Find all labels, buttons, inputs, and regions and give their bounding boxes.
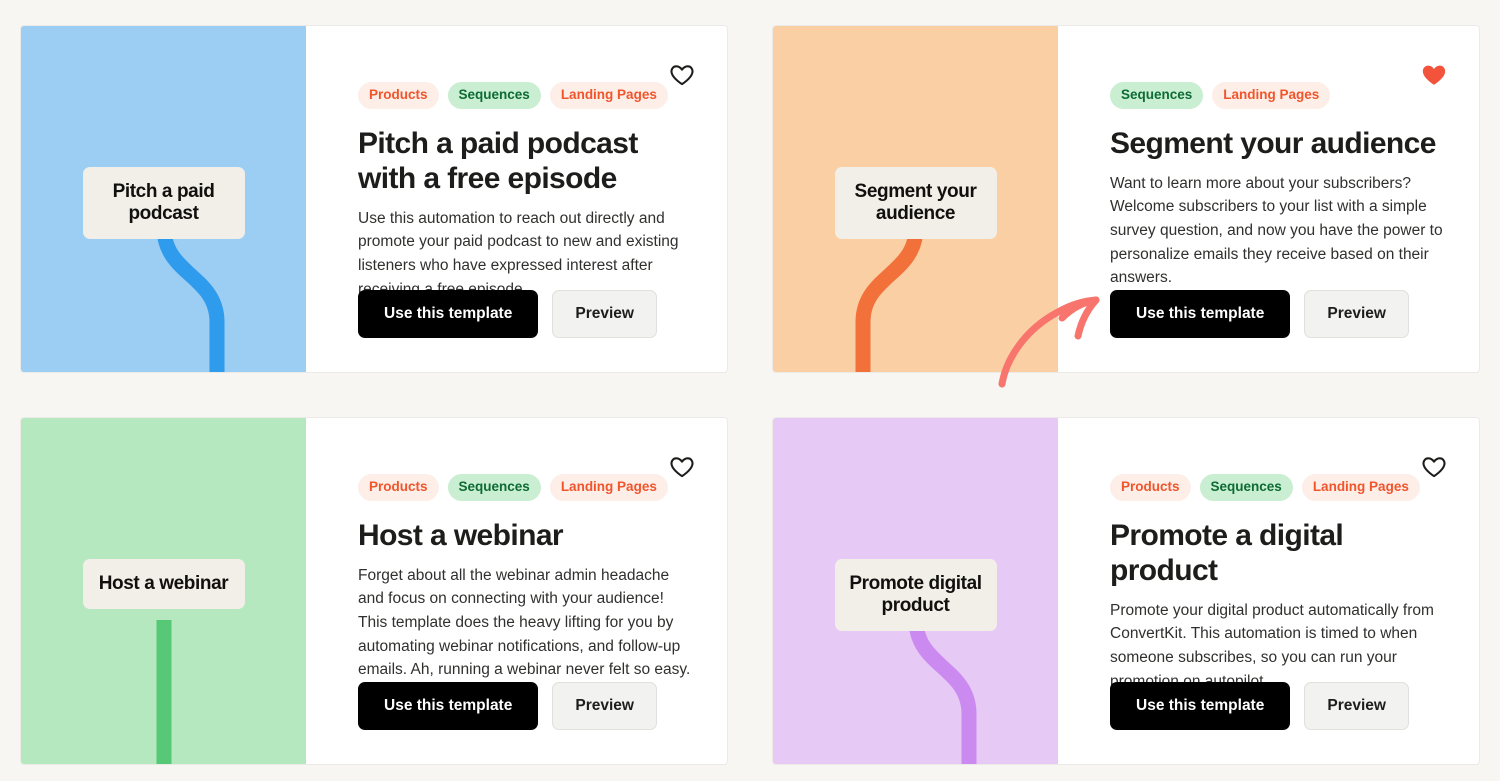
tag-list: Products Sequences Landing Pages xyxy=(1110,474,1445,501)
tag-sequences[interactable]: Sequences xyxy=(1199,474,1293,501)
tag-landing-pages[interactable]: Landing Pages xyxy=(1301,474,1420,501)
template-card[interactable]: Segment your audience Sequences Landing Pa… xyxy=(772,25,1480,373)
heart-icon[interactable] xyxy=(669,62,695,88)
use-this-template-button[interactable]: Use this template xyxy=(1110,681,1291,730)
use-this-template-button[interactable]: Use this template xyxy=(358,289,539,338)
use-this-template-button[interactable]: Use this template xyxy=(1110,289,1291,338)
heart-icon[interactable] xyxy=(1421,454,1447,480)
tag-landing-pages[interactable]: Landing Pages xyxy=(549,82,668,109)
template-actions: Use this template Preview xyxy=(358,681,657,730)
template-description: Use this automation to reach out directl… xyxy=(358,209,679,298)
use-this-template-button[interactable]: Use this template xyxy=(358,681,539,730)
thumbnail-label: Segment your audience xyxy=(834,167,997,240)
template-description: Forget about all the webinar admin heada… xyxy=(358,566,691,679)
tag-sequences[interactable]: Sequences xyxy=(447,82,541,109)
preview-button[interactable]: Preview xyxy=(552,681,657,730)
template-title: Promote a digital product xyxy=(1110,518,1344,587)
template-description: Want to learn more about your subscriber… xyxy=(1110,174,1443,287)
template-card[interactable]: Host a webinar Products Sequences Landing P… xyxy=(20,417,728,765)
template-card-content: Sequences Landing Pages Segment your audie… xyxy=(1058,26,1479,372)
template-card-grid: Pitch a paid podcast Products Sequences Lan… xyxy=(20,25,1480,765)
template-thumbnail: Pitch a paid podcast xyxy=(21,26,306,372)
template-actions: Use this template Preview xyxy=(1110,289,1409,338)
thumbnail-label: Pitch a paid podcast xyxy=(82,167,245,240)
thumbnail-label: Promote digital product xyxy=(834,559,997,632)
tag-products[interactable]: Products xyxy=(358,82,439,109)
template-card[interactable]: Pitch a paid podcast Products Sequences Lan… xyxy=(20,25,728,373)
template-thumbnail: Segment your audience xyxy=(773,26,1058,372)
template-actions: Use this template Preview xyxy=(358,289,657,338)
template-card[interactable]: Promote digital product Products Sequences… xyxy=(772,417,1480,765)
tag-list: Products Sequences Landing Pages xyxy=(358,474,693,501)
tag-landing-pages[interactable]: Landing Pages xyxy=(549,474,668,501)
heart-filled-icon[interactable] xyxy=(1421,62,1447,88)
template-actions: Use this template Preview xyxy=(1110,681,1409,730)
template-card-content: Products Sequences Landing Pages Host a web… xyxy=(306,418,727,764)
template-thumbnail: Promote digital product xyxy=(773,418,1058,764)
template-description: Promote your digital product automatical… xyxy=(1110,601,1434,690)
tag-products[interactable]: Products xyxy=(1110,474,1191,501)
template-card-content: Products Sequences Landing Pages Pitch a pa… xyxy=(306,26,727,372)
tag-products[interactable]: Products xyxy=(358,474,439,501)
tag-sequences[interactable]: Sequences xyxy=(447,474,541,501)
tag-list: Products Sequences Landing Pages xyxy=(358,82,693,109)
template-title: Host a webinar xyxy=(358,518,564,552)
template-thumbnail: Host a webinar xyxy=(21,418,306,764)
tag-list: Sequences Landing Pages xyxy=(1110,82,1445,109)
preview-button[interactable]: Preview xyxy=(552,289,657,338)
template-title: Pitch a paid podcast with a free episode xyxy=(358,126,638,195)
tag-landing-pages[interactable]: Landing Pages xyxy=(1212,82,1331,109)
heart-icon[interactable] xyxy=(669,454,695,480)
preview-button[interactable]: Preview xyxy=(1304,289,1409,338)
template-card-content: Products Sequences Landing Pages Promote a … xyxy=(1058,418,1479,764)
preview-button[interactable]: Preview xyxy=(1304,681,1409,730)
tag-sequences[interactable]: Sequences xyxy=(1110,82,1204,109)
template-title: Segment your audience xyxy=(1110,126,1436,160)
thumbnail-label: Host a webinar xyxy=(82,559,245,610)
